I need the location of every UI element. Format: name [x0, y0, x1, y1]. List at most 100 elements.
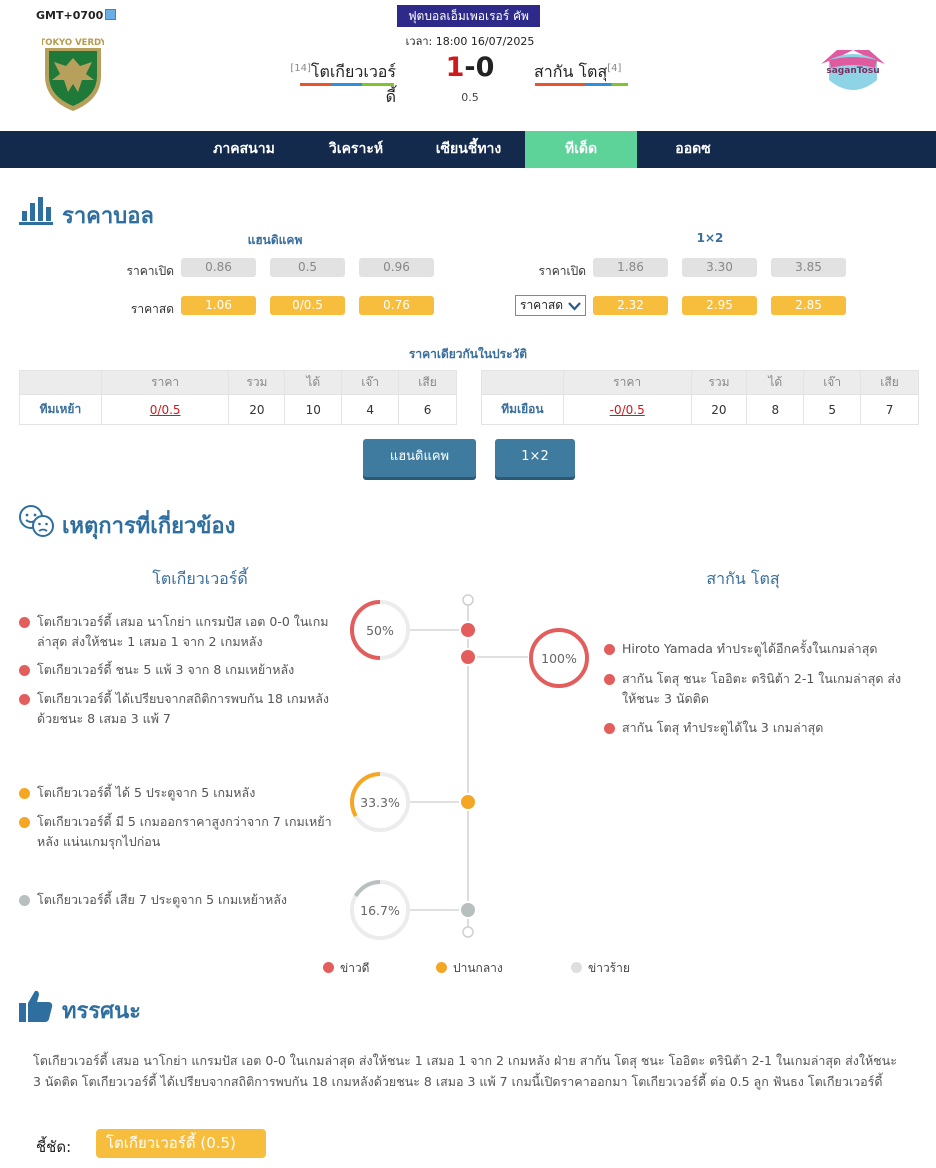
away-team-underline — [535, 83, 628, 86]
table-header-row: ราคา รวม ได้ เจ๊า เสีย — [481, 370, 919, 395]
away-logo-text: saganTosu — [826, 66, 879, 76]
onextwo-open-draw: 3.30 — [682, 258, 757, 277]
tab-field[interactable]: ภาคสนาม — [188, 131, 300, 168]
win-cell: 10 — [284, 394, 343, 425]
home-team-rank: [14] — [290, 63, 311, 74]
home-neutral-pct: 33.3% — [360, 795, 400, 810]
home-event-bad-1: โตเกียวเวอร์ดี้ เสีย 7 ประตูจาก 5 เกมเหย… — [19, 890, 339, 910]
handicap-header: แฮนดิแคพ — [247, 233, 303, 247]
handicap-open-line: 0.5 — [270, 258, 345, 277]
away-team-name-text: สากัน โตสุ — [534, 62, 608, 81]
legend-neutral-label: ปานกลาง — [453, 961, 503, 975]
table-row: ทีมเหย้า 0/0.5 20 10 4 6 — [19, 394, 457, 425]
events-title: เหตุการที่เกี่ยวข้อง — [62, 514, 236, 539]
table-header-lose: เสีย — [398, 370, 457, 395]
thumbs-up-icon — [19, 990, 53, 1022]
total-cell: 20 — [690, 394, 748, 425]
legend-good-dot — [323, 962, 334, 973]
event-text: โตเกียวเวอร์ดี้ ได้เปรียบจากสถิติการพบกั… — [37, 691, 329, 726]
tip-value: โตเกียวเวอร์ดี้ (0.5) — [96, 1129, 266, 1158]
tab-analysis[interactable]: วิเคราะห์ — [300, 131, 412, 168]
away-team-name[interactable]: สากัน โตสุ[4] — [534, 60, 654, 85]
bar-chart-icon — [19, 197, 53, 225]
table-header-draw: เจ๊า — [341, 370, 400, 395]
emotion-faces-icon — [19, 505, 54, 537]
away-event-good-1: Hiroto Yamada ทำประตูได้อีกครั้งในเกมล่า… — [604, 639, 914, 659]
league-badge[interactable]: ฟุตบอลเอ็มเพอเรอร์ คัพ — [397, 5, 540, 27]
home-event-neutral-2: โตเกียวเวอร์ดี้ มี 5 เกมออกราคาสูงกว่าจา… — [19, 812, 339, 852]
handicap-button[interactable]: แฮนดิแคพ — [363, 439, 476, 477]
good-dot — [19, 694, 30, 705]
events-away-team: สากัน โตสุ — [706, 569, 780, 588]
home-team-logo[interactable]: TOKYO VERDY — [42, 36, 104, 112]
handicap-open-label: ราคาเปิด — [126, 264, 174, 278]
tab-tips[interactable]: ทีเด็ด — [525, 131, 637, 168]
legend-neutral: ปานกลาง — [436, 959, 503, 978]
score: 1-0 — [430, 52, 510, 83]
kickoff-time: เวลา: 18:00 16/07/2025 — [405, 35, 535, 48]
match-header: GMT+0700 ฟุตบอลเอ็มเพอเรอร์ คัพ เวลา: 18… — [0, 0, 936, 131]
away-good-ring: 100% — [529, 628, 589, 688]
lose-cell: 6 — [398, 394, 457, 425]
home-neutral-ring: 33.3% — [350, 772, 410, 832]
handicap-open-home: 0.86 — [181, 258, 256, 277]
handicap-live-away: 0.76 — [359, 296, 434, 315]
timezone-label[interactable]: GMT+0700 — [36, 9, 117, 22]
tab-expert[interactable]: เซียนชี้ทาง — [412, 131, 525, 168]
total-cell: 20 — [228, 394, 286, 425]
odds-type-select[interactable]: ราคาสด — [515, 295, 586, 316]
event-text: โตเกียวเวอร์ดี้ ชนะ 5 แพ้ 3 จาก 8 เกมเหย… — [37, 662, 295, 677]
neutral-dot — [19, 817, 30, 828]
legend-neutral-dot — [436, 962, 447, 973]
table-header-price: ราคา — [100, 370, 230, 395]
good-dot — [604, 644, 615, 655]
event-text: สากัน โตสุ ชนะ โออิตะ ตรินิต้า 2-1 ในเกม… — [622, 671, 902, 706]
table-header-price: ราคา — [562, 370, 692, 395]
table-header-total: รวม — [228, 370, 286, 395]
table-header-team — [481, 370, 564, 395]
away-good-pct: 100% — [541, 651, 577, 666]
onextwo-live-home: 2.32 — [593, 296, 668, 315]
good-dot — [604, 674, 615, 685]
handicap-live-line: 0/0.5 — [270, 296, 345, 315]
draw-cell: 5 — [803, 394, 862, 425]
table-header-total: รวม — [690, 370, 748, 395]
onextwo-button[interactable]: 1×2 — [495, 439, 575, 477]
verdict-title: ทรรศนะ — [62, 999, 141, 1024]
main-nav: ภาคสนาม วิเคราะห์ เซียนชี้ทาง ทีเด็ด ออด… — [0, 131, 936, 168]
bad-dot — [19, 895, 30, 906]
event-text: โตเกียวเวอร์ดี้ เสมอ นาโกย่า แกรมปัส เอต… — [37, 614, 329, 649]
onextwo-live-away: 2.85 — [771, 296, 846, 315]
handicap-live-home: 1.06 — [181, 296, 256, 315]
handicap-live-label: ราคาสด — [130, 302, 174, 316]
away-event-good-2: สากัน โตสุ ชนะ โออิตะ ตรินิต้า 2-1 ในเกม… — [604, 669, 914, 709]
away-team-logo[interactable]: saganTosu — [815, 46, 891, 98]
timezone-icon[interactable] — [105, 9, 117, 20]
score-separator: - — [464, 52, 476, 83]
draw-cell: 4 — [341, 394, 400, 425]
match-handicap: 0.5 — [461, 91, 479, 104]
home-good-ring: 50% — [350, 600, 410, 660]
odds-type-select-value: ราคาสด — [520, 298, 564, 312]
legend-bad-label: ข่าวร้าย — [588, 961, 630, 975]
price-link[interactable]: 0/0.5 — [100, 394, 230, 425]
good-dot — [19, 617, 30, 628]
lose-cell: 7 — [860, 394, 919, 425]
home-team-underline — [300, 83, 394, 86]
away-team-rank: [4] — [607, 63, 622, 74]
away-event-good-3: สากัน โตสุ ทำประตูได้ใน 3 เกมล่าสุด — [604, 718, 914, 738]
home-event-good-3: โตเกียวเวอร์ดี้ ได้เปรียบจากสถิติการพบกั… — [19, 689, 339, 729]
onextwo-open-away: 3.85 — [771, 258, 846, 277]
away-events-list[interactable]: Hiroto Yamada ทำประตูได้อีกครั้งในเกมล่า… — [604, 636, 916, 740]
home-event-good-2: โตเกียวเวอร์ดี้ ชนะ 5 แพ้ 3 จาก 8 เกมเหย… — [19, 660, 339, 680]
verdict-text: โตเกียวเวอร์ดี้ เสมอ นาโกย่า แกรมปัส เอต… — [33, 1053, 897, 1089]
onextwo-header: 1×2 — [696, 231, 724, 245]
team-cell: ทีมเหย้า — [19, 394, 102, 425]
onextwo-open-home: 1.86 — [593, 258, 668, 277]
tab-odds[interactable]: ออดซ — [637, 131, 749, 168]
home-logo-text: TOKYO VERDY — [42, 38, 104, 48]
onextwo-open-label: ราคาเปิด — [538, 264, 586, 278]
good-dot — [604, 723, 615, 734]
team-cell: ทีมเยือน — [481, 394, 564, 425]
price-link[interactable]: -0/0.5 — [562, 394, 692, 425]
